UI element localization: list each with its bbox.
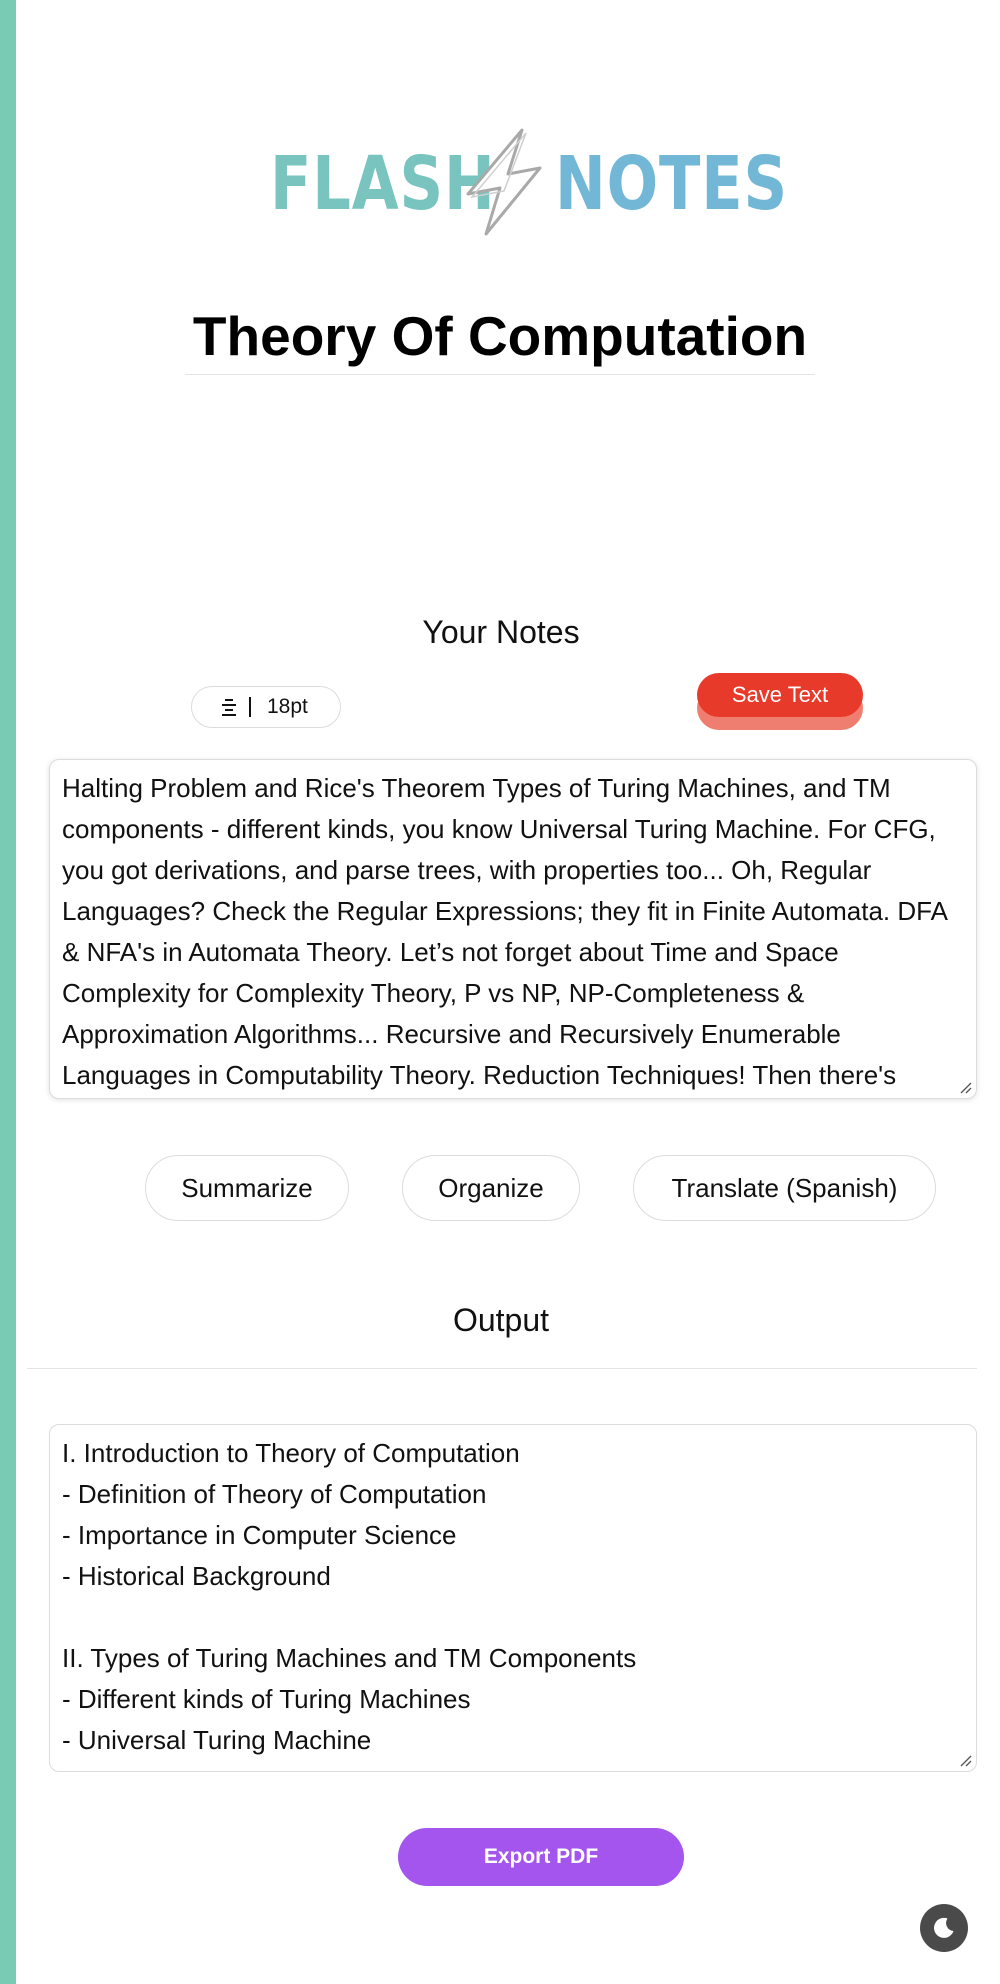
organize-button[interactable]: Organize — [402, 1155, 580, 1221]
output-divider — [27, 1368, 977, 1369]
title-underline — [185, 374, 815, 375]
output-heading: Output — [452, 1302, 550, 1338]
moon-icon — [934, 1917, 954, 1938]
summarize-button[interactable]: Summarize — [145, 1155, 349, 1221]
align-center-icon[interactable] — [219, 697, 239, 717]
dark-mode-toggle[interactable] — [920, 1904, 968, 1952]
save-text-button[interactable]: Save Text — [697, 673, 863, 717]
lightning-bolt-icon — [466, 128, 542, 236]
font-size-label[interactable]: 18pt — [267, 695, 308, 719]
notes-text[interactable]: Halting Problem and Rice's Theorem Types… — [62, 768, 964, 1096]
output-line: - Importance in Computer Science — [62, 1520, 457, 1550]
left-accent-stripe — [0, 0, 16, 1984]
output-line: II. Types of Turing Machines and TM Comp… — [62, 1643, 637, 1673]
notes-textarea[interactable]: Halting Problem and Rice's Theorem Types… — [49, 759, 977, 1099]
control-divider — [249, 697, 251, 717]
font-size-control[interactable]: 18pt — [191, 686, 341, 728]
output-line: - Different kinds of Turing Machines — [62, 1684, 471, 1714]
notes-heading: Your Notes — [422, 614, 580, 650]
output-textarea[interactable]: I. Introduction to Theory of Computation… — [49, 1424, 977, 1772]
app-logo: FLASH NOTES — [270, 128, 787, 240]
logo-word-notes: NOTES — [555, 141, 789, 227]
page-title[interactable]: Theory Of Computation — [185, 300, 815, 372]
resize-grip-icon[interactable] — [960, 1082, 972, 1094]
output-line: - Universal Turing Machine — [62, 1725, 372, 1755]
resize-grip-icon[interactable] — [960, 1755, 972, 1767]
output-line: - Definition of Theory of Computation — [62, 1479, 487, 1509]
export-pdf-button[interactable]: Export PDF — [398, 1828, 684, 1886]
output-line: - Historical Background — [62, 1561, 331, 1591]
output-line: I. Introduction to Theory of Computation — [62, 1438, 520, 1468]
translate-spanish-button[interactable]: Translate (Spanish) — [633, 1155, 936, 1221]
